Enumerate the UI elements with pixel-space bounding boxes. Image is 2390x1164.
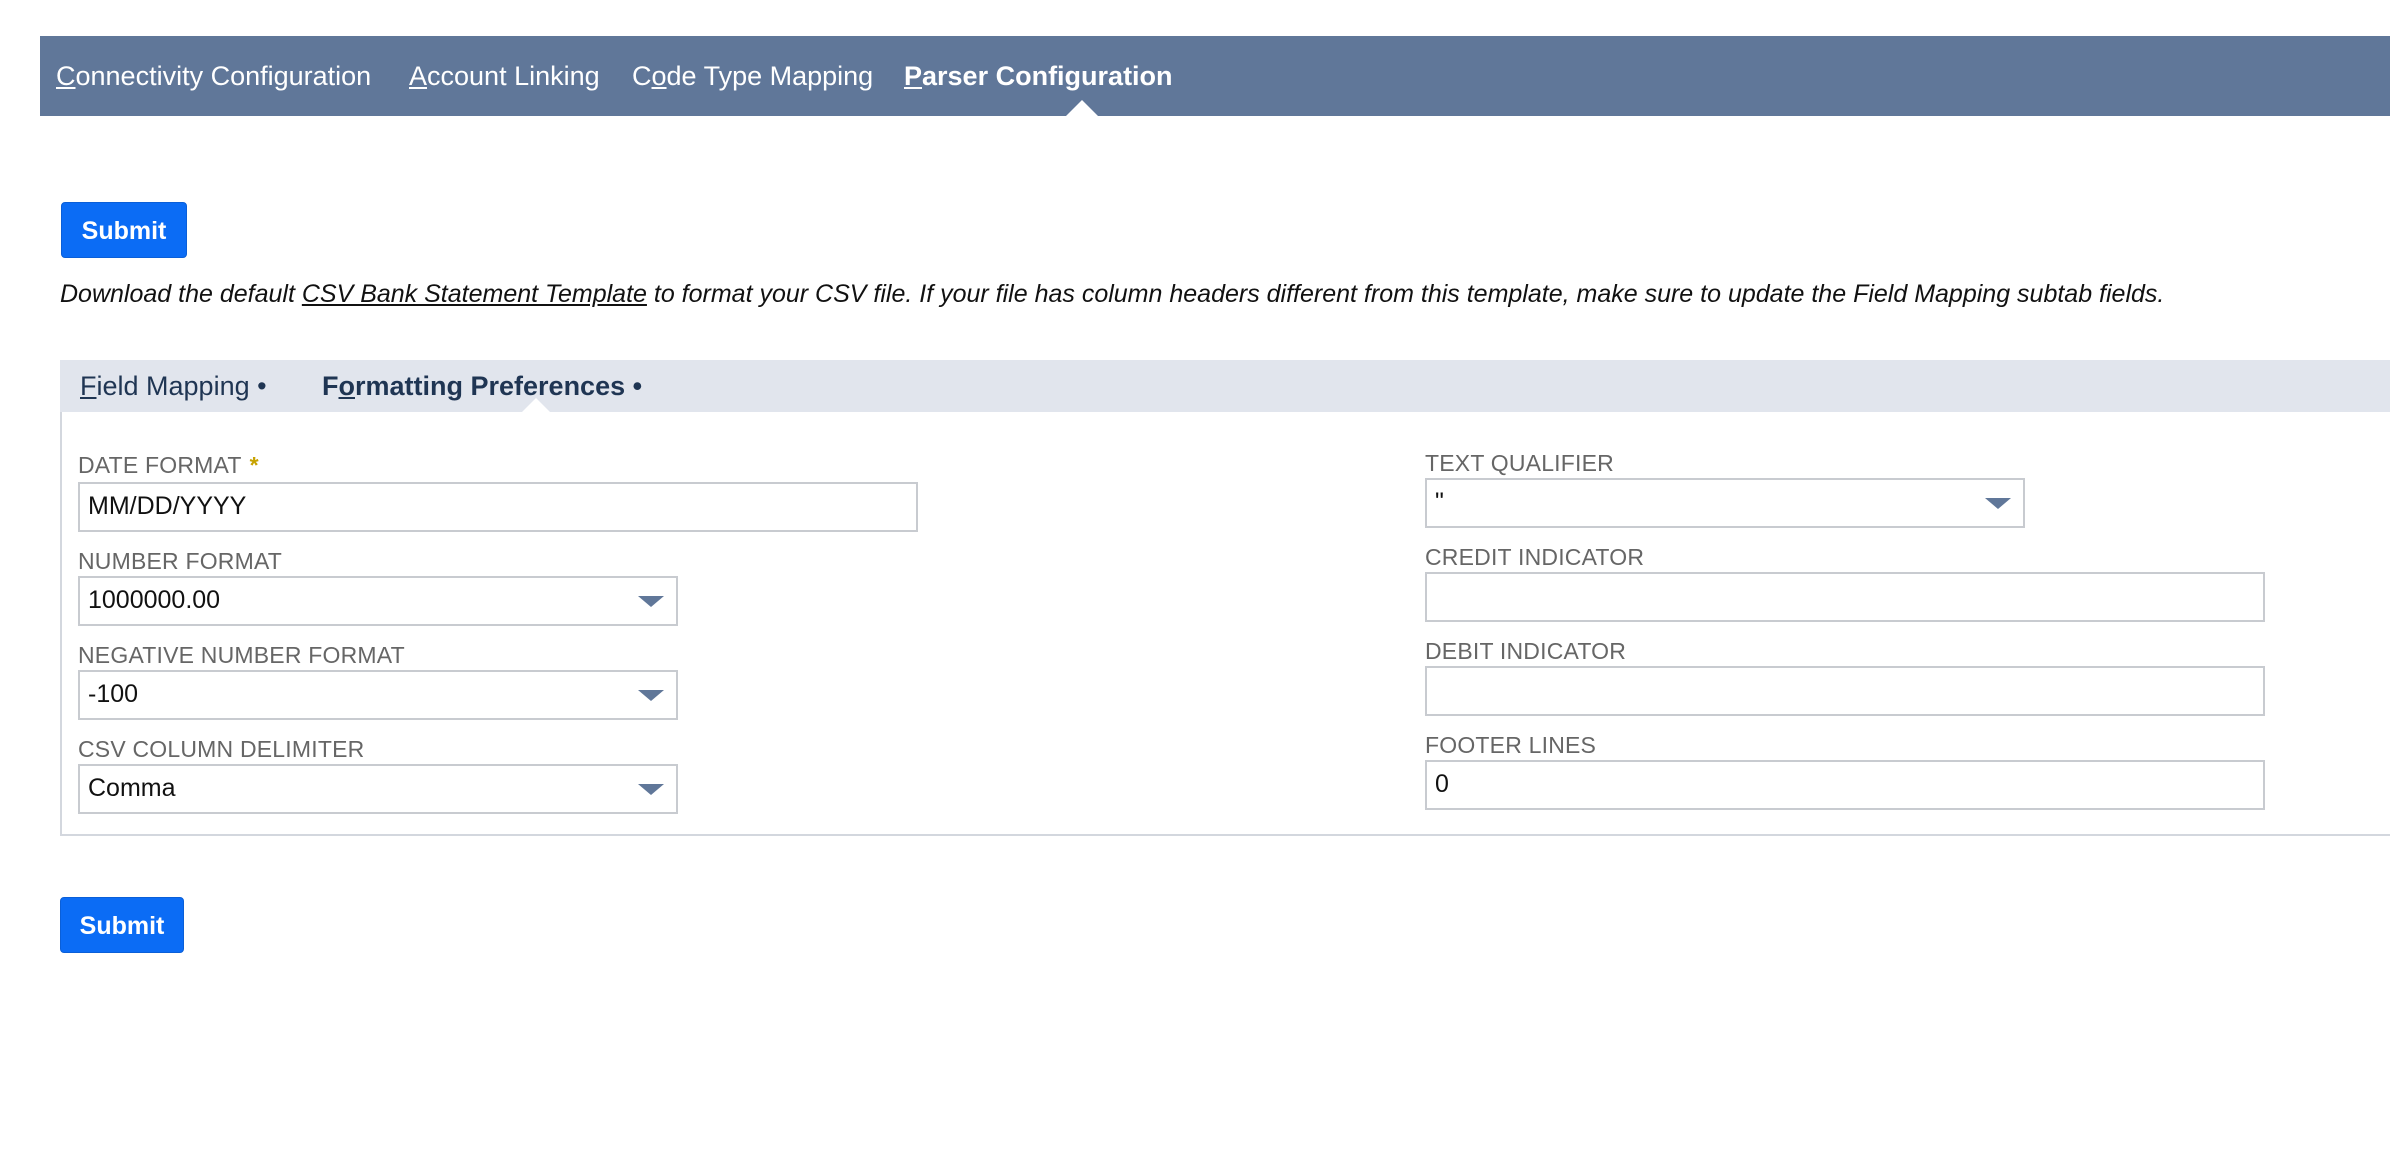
credit-indicator-label: CREDIT INDICATOR — [1425, 544, 1645, 570]
date-format-input[interactable]: MM/DD/YYYY — [78, 482, 918, 532]
chevron-down-icon — [1985, 498, 2011, 509]
subtab-bar: Field Mapping • Formatting Preferences • — [60, 360, 2390, 412]
active-subtab-indicator — [522, 398, 550, 412]
chevron-down-icon — [638, 690, 664, 701]
tab-parser-configuration[interactable]: Parser Configuration — [904, 36, 1173, 116]
text-qualifier-label: TEXT QUALIFIER — [1425, 450, 1614, 476]
credit-indicator-input[interactable] — [1425, 572, 2265, 622]
tab-code-type-mapping[interactable]: Code Type Mapping — [632, 36, 873, 116]
negative-number-format-select[interactable]: -100 — [78, 670, 678, 720]
text-qualifier-select[interactable]: " — [1425, 478, 2025, 528]
number-format-select[interactable]: 1000000.00 — [78, 576, 678, 626]
submit-button-top[interactable]: Submit — [61, 202, 187, 258]
subtab-formatting-preferences[interactable]: Formatting Preferences • — [310, 360, 664, 412]
description-text: Download the default CSV Bank Statement … — [60, 280, 2165, 308]
number-format-label: NUMBER FORMAT — [78, 548, 283, 574]
tab-connectivity-configuration[interactable]: Connectivity Configuration — [56, 36, 371, 116]
required-marker: * — [249, 452, 259, 478]
active-tab-indicator — [1066, 100, 1098, 116]
negative-number-format-label: NEGATIVE NUMBER FORMAT — [78, 642, 405, 668]
subtab-field-mapping[interactable]: Field Mapping • — [60, 360, 282, 412]
csv-column-delimiter-label: CSV COLUMN DELIMITER — [78, 736, 365, 762]
debit-indicator-input[interactable] — [1425, 666, 2265, 716]
footer-lines-input[interactable]: 0 — [1425, 760, 2265, 810]
debit-indicator-label: DEBIT INDICATOR — [1425, 638, 1627, 664]
csv-column-delimiter-select[interactable]: Comma — [78, 764, 678, 814]
chevron-down-icon — [638, 596, 664, 607]
footer-lines-label: FOOTER LINES — [1425, 732, 1597, 758]
date-format-label: DATE FORMAT * — [78, 452, 259, 478]
chevron-down-icon — [638, 784, 664, 795]
submit-button-bottom[interactable]: Submit — [60, 897, 184, 953]
tab-account-linking[interactable]: Account Linking — [409, 36, 600, 116]
top-nav: Connectivity Configuration Account Linki… — [40, 36, 2390, 116]
csv-template-link[interactable]: CSV Bank Statement Template — [302, 280, 647, 308]
